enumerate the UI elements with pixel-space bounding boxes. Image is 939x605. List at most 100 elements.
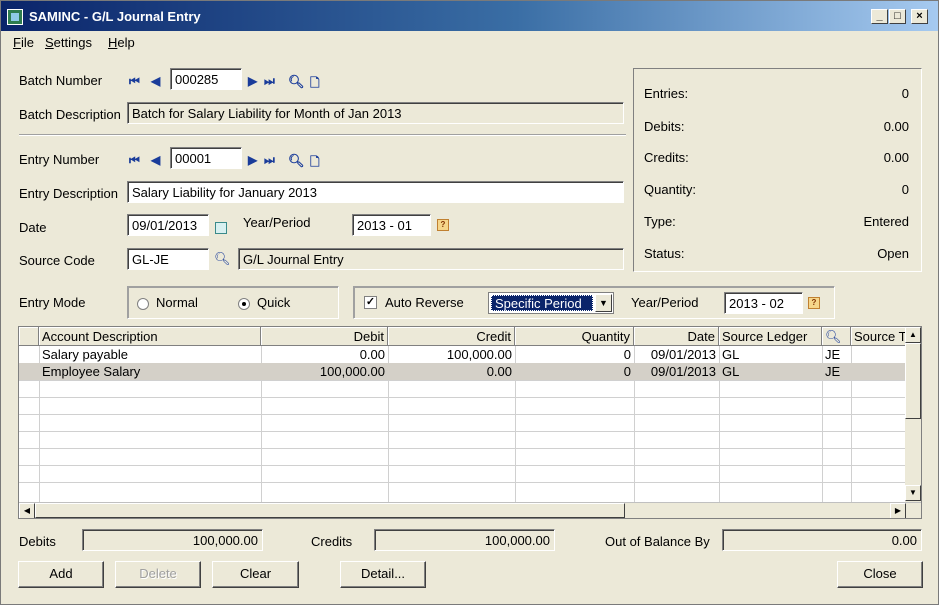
column-account-description[interactable]: Account Description: [39, 327, 261, 346]
scroll-left-icon[interactable]: ◀: [19, 503, 35, 518]
journal-entry-window: SAMINC - G/L Journal Entry _ □ × File Se…: [0, 0, 939, 605]
table-row[interactable]: Salary payable 0.00 100,000.00 0 09/01/2…: [19, 346, 906, 363]
grid-header: Account Description Debit Credit Quantit…: [19, 327, 906, 346]
type-value: Entered: [863, 214, 909, 229]
total-credits-label: Credits: [311, 534, 353, 549]
scroll-thumb[interactable]: [905, 343, 921, 419]
entry-description-label: Entry Description: [19, 186, 118, 201]
finder-icon[interactable]: 🔍︎: [288, 74, 305, 89]
reverse-year-period-field[interactable]: 2013 - 02: [724, 292, 803, 314]
scroll-up-icon[interactable]: ▲: [905, 327, 921, 343]
close-button[interactable]: Close: [837, 561, 923, 588]
out-of-balance-field: 0.00: [722, 529, 922, 551]
last-icon[interactable]: ⏭: [264, 153, 276, 167]
batch-nav-back: ⏮ ◀: [129, 74, 169, 88]
summary-debits: Debits: 0.00: [644, 119, 909, 137]
source-code-field[interactable]: GL-JE: [127, 248, 209, 270]
date-field[interactable]: 09/01/2013: [127, 214, 209, 236]
calendar-icon[interactable]: [215, 222, 227, 234]
auto-reverse-group: ✓ Auto Reverse Specific Period ▼ Year/Pe…: [353, 286, 835, 319]
add-button[interactable]: Add: [18, 561, 104, 588]
delete-button[interactable]: Delete: [115, 561, 201, 588]
next-icon[interactable]: ▶: [248, 74, 260, 88]
entry-nav-forward: ▶ ⏭ 🔍︎ 🗋: [248, 153, 328, 169]
year-period-label: Year/Period: [243, 215, 311, 230]
mode-quick-radio[interactable]: [238, 298, 250, 310]
summary-type: Type: Entered: [644, 214, 909, 232]
column-source-type[interactable]: Source T: [851, 327, 906, 346]
new-document-icon[interactable]: 🗋: [310, 74, 322, 90]
last-icon[interactable]: ⏭: [264, 74, 276, 88]
previous-icon[interactable]: ◀: [151, 153, 163, 167]
first-icon[interactable]: ⏮: [129, 153, 141, 167]
column-quantity[interactable]: Quantity: [515, 327, 634, 346]
new-document-icon[interactable]: 🗋: [310, 153, 322, 169]
finder-icon[interactable]: 🔍︎: [288, 153, 305, 168]
total-debits-field: 100,000.00: [82, 529, 263, 551]
mode-quick-label: Quick: [257, 295, 291, 310]
status-value: Open: [877, 246, 909, 261]
vertical-scrollbar[interactable]: ▲ ▼: [905, 327, 921, 502]
batch-number-label: Batch Number: [19, 73, 103, 88]
menu-help[interactable]: Help: [108, 35, 135, 50]
chevron-down-icon[interactable]: ▼: [595, 294, 612, 312]
cell-date: 09/01/2013: [650, 364, 716, 379]
batch-number-field[interactable]: 000285: [170, 68, 242, 90]
grid-body: Salary payable 0.00 100,000.00 0 09/01/2…: [19, 346, 906, 502]
reverse-period-finder-icon[interactable]: ?: [808, 297, 820, 309]
separator: [19, 134, 626, 136]
reverse-option-select[interactable]: Specific Period ▼: [488, 292, 614, 314]
period-finder-icon[interactable]: ?: [437, 219, 449, 231]
auto-reverse-label: Auto Reverse: [385, 295, 464, 310]
window-title: SAMINC - G/L Journal Entry: [29, 9, 201, 24]
close-window-button[interactable]: ×: [911, 9, 928, 24]
batch-description-label: Batch Description: [19, 107, 121, 122]
scroll-thumb[interactable]: [35, 503, 625, 518]
source-code-finder-icon[interactable]: 🔍︎: [214, 252, 231, 266]
year-period-field[interactable]: 2013 - 01: [352, 214, 431, 236]
scroll-down-icon[interactable]: ▼: [905, 485, 921, 501]
batch-nav-forward: ▶ ⏭ 🔍︎ 🗋: [248, 74, 328, 90]
column-debit[interactable]: Debit: [261, 327, 388, 346]
cell-source-type: JE: [825, 364, 841, 379]
menu-settings[interactable]: Settings: [45, 35, 92, 50]
reverse-option-value: Specific Period: [491, 295, 593, 311]
grid-corner: [19, 327, 39, 346]
menu-file[interactable]: File: [13, 35, 34, 50]
quantity-label: Quantity:: [644, 182, 697, 197]
mode-normal-radio[interactable]: [137, 298, 149, 310]
cell-credit: 100,000.00: [446, 347, 512, 362]
entry-mode-group: Normal Quick: [127, 286, 339, 319]
quantity-value: 0: [901, 182, 909, 197]
column-finder-icon[interactable]: 🔍︎: [822, 327, 851, 346]
column-source-ledger[interactable]: Source Ledger: [719, 327, 822, 346]
scroll-right-icon[interactable]: ▶: [890, 503, 906, 518]
app-icon: [7, 9, 23, 25]
debits-label: Debits:: [644, 119, 685, 134]
summary-panel: Entries: 0 Debits: 0.00 Credits: 0.00 Qu…: [633, 68, 922, 272]
horizontal-scrollbar[interactable]: ◀ ▶: [19, 502, 921, 518]
auto-reverse-checkbox[interactable]: ✓: [364, 296, 377, 309]
entry-number-field[interactable]: 00001: [170, 147, 242, 169]
first-icon[interactable]: ⏮: [129, 74, 141, 88]
next-icon[interactable]: ▶: [248, 153, 260, 167]
reverse-year-period-label: Year/Period: [631, 295, 699, 310]
previous-icon[interactable]: ◀: [151, 74, 163, 88]
cell-account: Salary payable: [42, 347, 128, 362]
detail-button[interactable]: Detail...: [340, 561, 426, 588]
clear-button[interactable]: Clear: [212, 561, 299, 588]
cell-date: 09/01/2013: [650, 347, 716, 362]
column-date[interactable]: Date: [634, 327, 719, 346]
minimize-button[interactable]: _: [871, 9, 888, 24]
delete-button-label: Delete: [139, 566, 177, 581]
clear-button-label: Clear: [239, 566, 272, 581]
summary-credits: Credits: 0.00: [644, 150, 909, 168]
entry-description-field[interactable]: Salary Liability for January 2013: [127, 181, 624, 203]
maximize-button[interactable]: □: [889, 9, 906, 24]
column-credit[interactable]: Credit: [388, 327, 515, 346]
cell-source-type: JE: [825, 347, 841, 362]
journal-detail-grid[interactable]: Account Description Debit Credit Quantit…: [18, 326, 922, 519]
source-code-description-field: G/L Journal Entry: [238, 248, 624, 270]
table-row-selected[interactable]: Employee Salary 100,000.00 0.00 0 09/01/…: [19, 363, 906, 380]
cell-quantity: 0: [623, 364, 631, 379]
